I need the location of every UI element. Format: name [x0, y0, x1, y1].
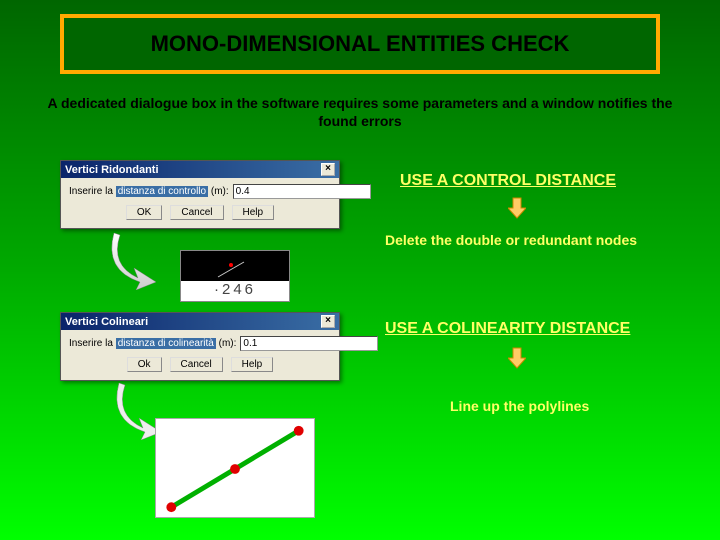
section2-desc: Line up the polylines — [450, 398, 589, 414]
dialog1-label-hl: distanza di controllo — [116, 186, 208, 197]
slide-title-box: MONO-DIMENSIONAL ENTITIES CHECK — [60, 14, 660, 74]
section1-desc: Delete the double or redundant nodes — [385, 232, 637, 248]
control-distance-input[interactable] — [233, 184, 371, 199]
map-node-icon — [229, 263, 233, 267]
dialog2-titlebar: Vertici Colineari × — [61, 313, 339, 330]
slide-title: MONO-DIMENSIONAL ENTITIES CHECK — [151, 31, 570, 57]
ok-button[interactable]: OK — [126, 205, 162, 220]
dialog2-label-hl: distanza di colinearità — [116, 338, 216, 349]
polyline-diagram — [155, 418, 315, 518]
section1-heading: USE A CONTROL DISTANCE — [400, 172, 616, 190]
intro-text: A dedicated dialogue box in the software… — [40, 94, 680, 130]
dialog1-titlebar: Vertici Ridondanti × — [61, 161, 339, 178]
cancel-button[interactable]: Cancel — [170, 357, 223, 372]
close-icon[interactable]: × — [321, 163, 335, 176]
down-arrow-icon — [508, 196, 526, 220]
ok-button[interactable]: Ok — [127, 357, 162, 372]
section2-heading: USE A COLINEARITY DISTANCE — [385, 320, 630, 338]
close-icon[interactable]: × — [321, 315, 335, 328]
help-button[interactable]: Help — [231, 357, 274, 372]
dialog-redundant-vertices: Vertici Ridondanti × Inserire la distanz… — [60, 160, 340, 229]
down-arrow-icon — [508, 346, 526, 370]
dialog2-label-prefix: Inserire la — [69, 338, 113, 349]
help-button[interactable]: Help — [232, 205, 275, 220]
dialog1-label-prefix: Inserire la — [69, 186, 113, 197]
dialog2-title: Vertici Colineari — [65, 316, 148, 328]
colinearity-distance-input[interactable] — [240, 336, 378, 351]
dialog1-title: Vertici Ridondanti — [65, 164, 159, 176]
dialog2-label-suffix: (m): — [219, 338, 237, 349]
cancel-button[interactable]: Cancel — [170, 205, 223, 220]
map-scale-label: ·246 — [181, 281, 289, 301]
dialog1-label-suffix: (m): — [211, 186, 229, 197]
dialog-collinear-vertices: Vertici Colineari × Inserire la distanza… — [60, 312, 340, 381]
curve-arrow-icon — [110, 230, 160, 290]
dialog1-label: Inserire la distanza di controllo (m): — [69, 186, 229, 197]
dialog2-label: Inserire la distanza di colinearità (m): — [69, 338, 236, 349]
map-preview: ·246 — [180, 250, 290, 302]
